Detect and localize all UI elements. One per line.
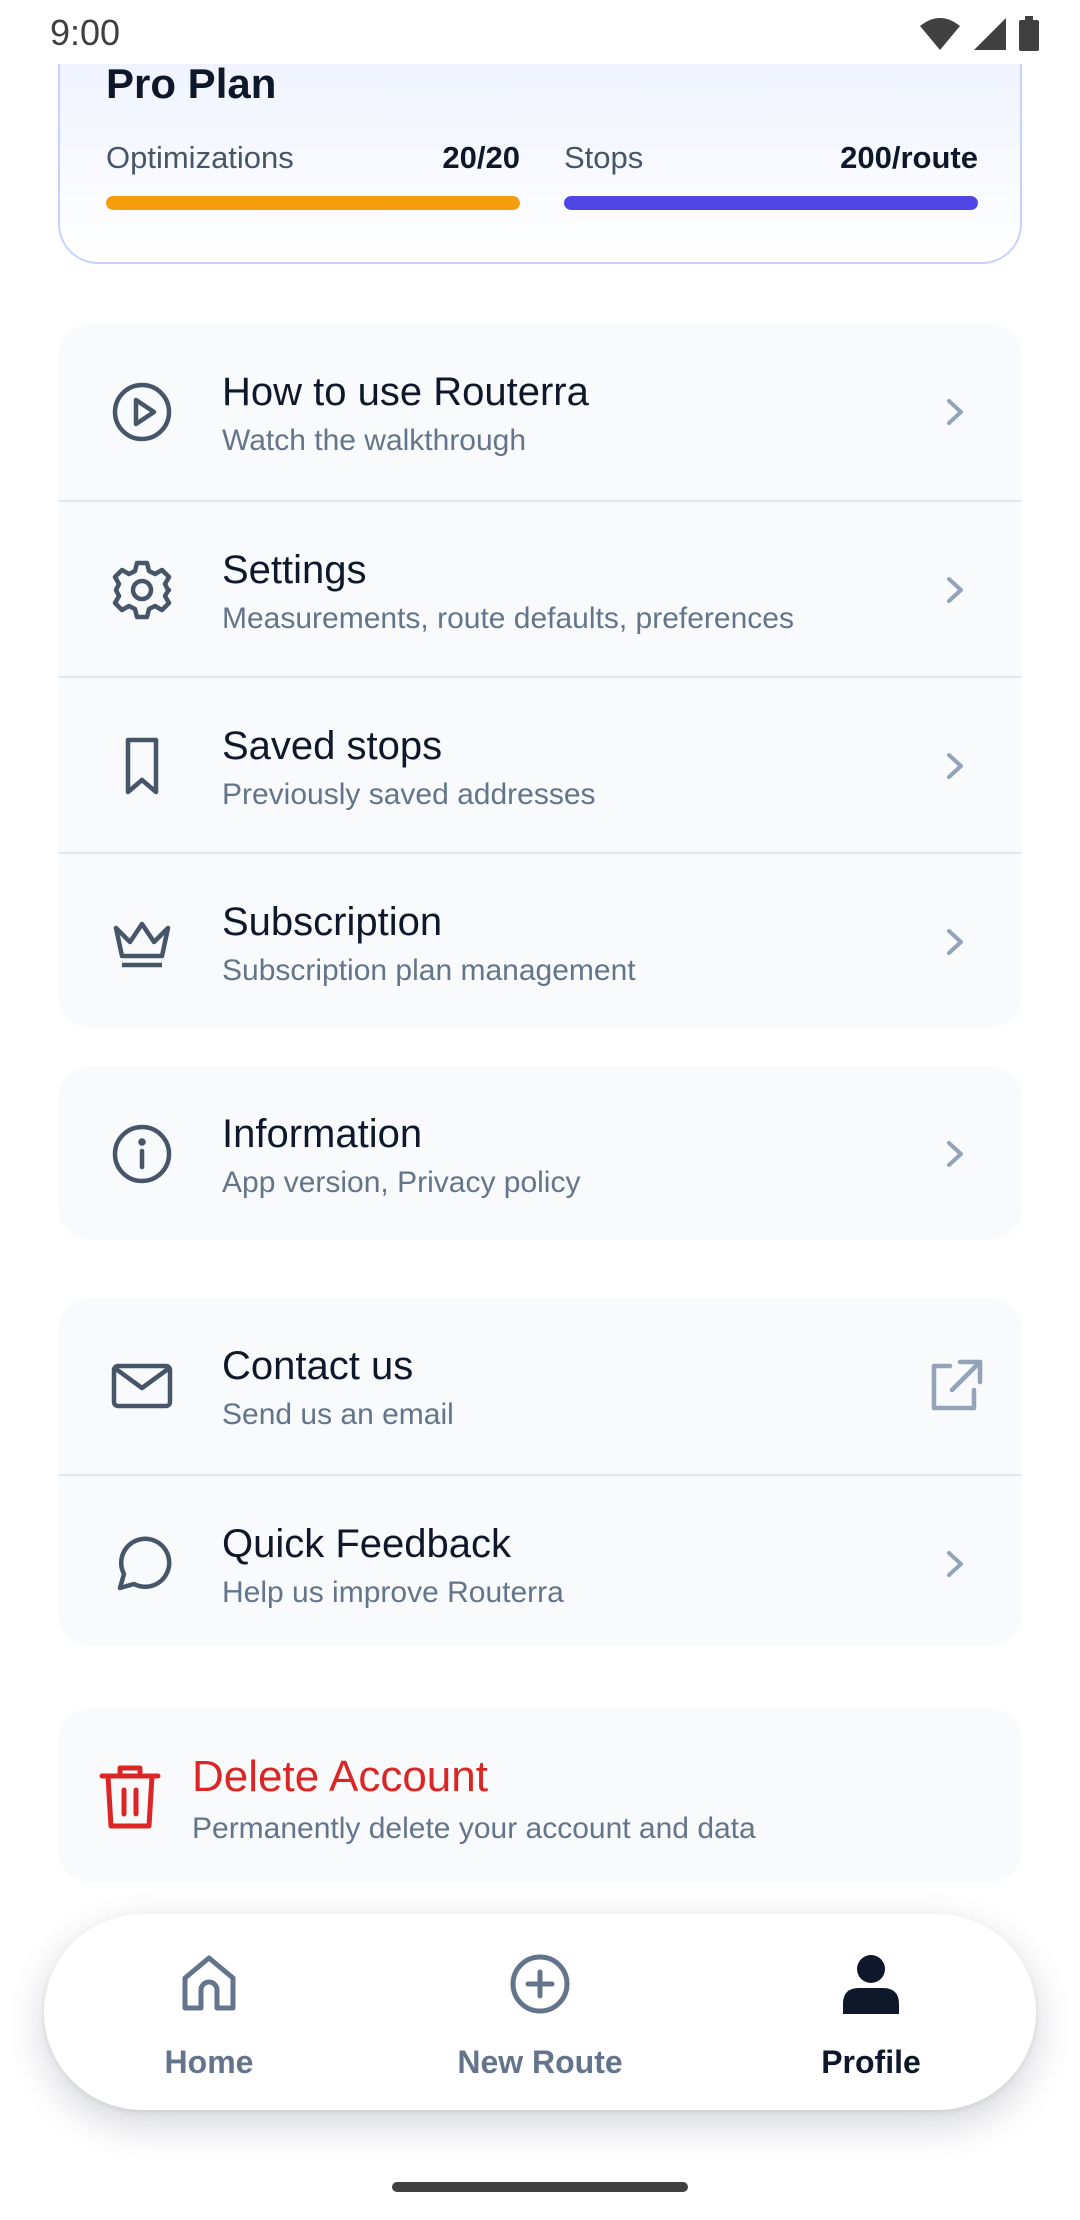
plan-title: Pro Plan [106, 60, 277, 107]
delete-account-subtitle: Permanently delete your account and data [192, 1812, 756, 1845]
delete-account-title: Delete Account [192, 1752, 488, 1801]
trash-icon [99, 1765, 161, 1829]
menu-item-subtitle: Subscription plan management [222, 954, 636, 987]
menu-item-subscription[interactable]: Subscription Subscription plan managemen… [58, 852, 1022, 1028]
play-circle-icon [112, 382, 172, 442]
menu-group-support: Contact us Send us an email Quick Feedba… [58, 1298, 1022, 1646]
menu-item-quick-feedback[interactable]: Quick Feedback Help us improve Routerra [58, 1474, 1022, 1646]
gear-icon [112, 560, 172, 620]
menu-item-contact-us[interactable]: Contact us Send us an email [58, 1298, 1022, 1474]
stops-progress-fill [564, 196, 978, 210]
optimizations-meter: Optimizations 20/20 [106, 140, 520, 210]
optimizations-progress-track [106, 196, 520, 210]
status-time: 9:00 [50, 12, 121, 53]
optimizations-label: Optimizations [106, 140, 294, 175]
stops-progress-track [564, 196, 978, 210]
menu-item-title: How to use Routerra [222, 370, 589, 414]
menu-item-title: Quick Feedback [222, 1522, 512, 1566]
chevron-right-icon [947, 753, 963, 779]
plus-circle-icon [510, 1954, 570, 2014]
chevron-right-icon [947, 1551, 963, 1577]
bottom-nav: Home New Route Profile [44, 1914, 1036, 2110]
nav-profile[interactable]: Profile [751, 1914, 991, 2110]
chevron-right-icon [947, 399, 963, 425]
nav-profile-label: Profile [821, 2044, 921, 2080]
optimizations-progress-fill [106, 196, 520, 210]
person-icon [843, 1955, 899, 2014]
crown-icon [113, 921, 171, 968]
menu-group-main: How to use Routerra Watch the walkthroug… [58, 324, 1022, 1028]
menu-item-subtitle: App version, Privacy policy [222, 1166, 581, 1199]
chevron-right-icon [947, 577, 963, 603]
chat-icon [117, 1536, 172, 1591]
nav-new-route-label: New Route [457, 2044, 623, 2080]
menu-item-title: Contact us [222, 1344, 414, 1388]
wifi-icon [920, 18, 960, 50]
optimizations-value: 20/20 [442, 140, 520, 175]
menu-item-information[interactable]: Information App version, Privacy policy [58, 1066, 1022, 1240]
stops-label: Stops [564, 140, 644, 175]
nav-home[interactable]: Home [89, 1914, 329, 2110]
stops-value: 200/route [840, 140, 978, 175]
external-link-icon [931, 1359, 983, 1411]
status-icons [918, 16, 1040, 52]
mail-icon [111, 1363, 173, 1409]
menu-item-subtitle: Previously saved addresses [222, 778, 596, 811]
nav-new-route[interactable]: New Route [420, 1914, 660, 2110]
bookmark-icon [125, 737, 159, 795]
menu-item-how-to-use[interactable]: How to use Routerra Watch the walkthroug… [58, 324, 1022, 500]
home-icon [182, 1955, 236, 2011]
menu-item-subtitle: Measurements, route defaults, preference… [222, 602, 794, 635]
plan-card: Pro Plan Optimizations 20/20 Stops 200/r… [58, 30, 1022, 264]
menu-item-saved-stops[interactable]: Saved stops Previously saved addresses [58, 676, 1022, 852]
battery-icon [1019, 16, 1039, 51]
chevron-right-icon [947, 1141, 963, 1167]
menu-item-title: Saved stops [222, 724, 443, 768]
stops-meter: Stops 200/route [564, 140, 978, 210]
chevron-right-icon [947, 929, 963, 955]
menu-item-settings[interactable]: Settings Measurements, route defaults, p… [58, 500, 1022, 676]
info-icon [112, 1124, 172, 1184]
home-indicator[interactable] [392, 2182, 688, 2192]
status-bar: 9:00 [0, 0, 1080, 64]
menu-item-subtitle: Help us improve Routerra [222, 1576, 564, 1609]
delete-account-button[interactable]: Delete Account Permanently delete your a… [58, 1708, 1022, 1882]
menu-item-subtitle: Watch the walkthrough [222, 424, 527, 457]
menu-item-title: Subscription [222, 900, 443, 944]
menu-item-title: Settings [222, 548, 367, 592]
menu-group-info: Information App version, Privacy policy [58, 1066, 1022, 1240]
nav-home-label: Home [164, 2044, 254, 2080]
signal-icon [974, 18, 1006, 50]
menu-item-title: Information [222, 1112, 423, 1156]
menu-item-subtitle: Send us an email [222, 1398, 454, 1431]
